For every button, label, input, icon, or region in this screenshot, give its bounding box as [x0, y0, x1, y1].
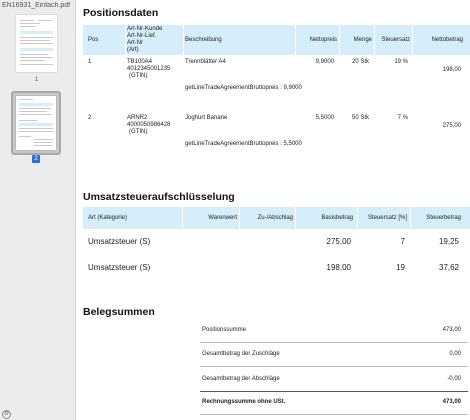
row-beschreibung: Joghurt Banane	[185, 115, 228, 121]
document-filename: EN16931_Einfach.pdf	[2, 2, 71, 9]
totals-label-abschlaege: Gesamtbetrag der Abschläge	[202, 376, 280, 382]
totals-label-rechnungssumme: Rechnungssumme ohne USt.	[202, 399, 286, 405]
totals-value-abschlaege: -0,00	[447, 376, 461, 382]
row-detail: getLineTradeAgreementBruttopreis : 5,500…	[185, 141, 302, 147]
page-2-number: 2	[32, 155, 40, 163]
row-steuersatz: 7 %	[397, 115, 408, 121]
col-header-nettobetrag: Nettobetrag	[431, 37, 463, 43]
tax-col-header-warenwert: Warenwert	[208, 215, 237, 221]
row-pos: 2	[88, 115, 92, 121]
tax-col-header-steuersatz: Steuersatz [%]	[367, 215, 407, 221]
row-artnr-2: 4012345001235	[127, 66, 171, 72]
document-page: Positionsdaten Pos Art-Nr-Kunde Art-Nr-L…	[76, 0, 470, 420]
tax-row-steuerbetrag: 19,25	[438, 237, 459, 246]
totals-divider	[200, 366, 468, 367]
tax-row-steuersatz: 7	[400, 237, 405, 246]
row-detail: getLineTradeAgreementBruttopreis : 9,900…	[185, 85, 302, 91]
totals-divider	[200, 391, 468, 392]
tax-col-header-zuabschlag: Zu-/Abschlag	[257, 215, 293, 221]
tax-row-steuersatz: 19	[396, 263, 405, 272]
tax-row-basisbetrag: 198,00	[326, 263, 351, 272]
col-header-beschreibung: Beschreibung	[185, 37, 222, 43]
col-header-artnr-2: Art-Nr-Lief.	[127, 33, 157, 39]
row-nettobetrag: 275,00	[442, 123, 461, 129]
row-menge: 50 Stk	[351, 115, 369, 121]
row-artnr-1: ARNR2	[127, 115, 148, 121]
row-artnr-3: (GTIN)	[129, 129, 148, 135]
page-2-thumbnail[interactable]	[16, 96, 56, 150]
row-nettopreis: 9,9000	[315, 59, 334, 65]
tax-row-steuerbetrag: 37,62	[438, 263, 459, 272]
row-pos: 1	[88, 59, 92, 65]
totals-value-rechnungssumme: 473,00	[442, 399, 461, 405]
section-title-totals: Belegsummen	[83, 306, 155, 318]
totals-label-positionssumme: Positionssumme	[202, 327, 247, 333]
tax-row-basisbetrag: 275,00	[326, 237, 351, 246]
row-beschreibung: Trennblätter A4	[185, 59, 226, 65]
row-artnr-1: TB100A4	[127, 59, 153, 65]
tax-row-art: Umsatzsteuer (S)	[88, 237, 151, 246]
col-header-artnr-1: Art-Nr-Kunde	[127, 26, 163, 32]
totals-divider	[200, 342, 468, 343]
row-nettobetrag: 198,00	[442, 67, 461, 73]
row-menge: 20 Stk	[351, 59, 369, 65]
tax-col-header-basisbetrag: Basisbetrag	[321, 215, 353, 221]
totals-value-positionssumme: 473,00	[442, 327, 461, 333]
col-header-nettopreis: Nettopreis	[309, 37, 337, 43]
totals-value-zuschlaege: 0,00	[449, 351, 461, 357]
totals-divider	[200, 414, 468, 415]
row-nettopreis: 5,5000	[315, 115, 334, 121]
row-artnr-3: (GTIN)	[129, 73, 148, 79]
page-1-number: 1	[34, 77, 39, 83]
settings-gear-icon[interactable]: ⚙	[2, 410, 11, 419]
section-title-tax: Umsatzsteueraufschlüsselung	[83, 191, 235, 203]
totals-label-zuschlaege: Gesamtbetrag der Zuschläge	[202, 351, 280, 357]
tax-col-header-steuerbetrag: Steuerbetrag	[426, 215, 461, 221]
row-steuersatz: 19 %	[394, 59, 408, 65]
col-header-menge: Menge	[353, 37, 372, 43]
thumbnail-sidebar: EN16931_Einfach.pdf 1 2 ⚙	[0, 0, 76, 420]
col-header-artnr-4: (Art)	[127, 47, 139, 53]
section-title-positions: Positionsdaten	[83, 7, 159, 19]
row-artnr-2: 4000050986428	[127, 122, 171, 128]
tax-col-header-art: Art (Kategorie)	[88, 215, 128, 221]
page-1-thumbnail[interactable]	[16, 15, 57, 72]
col-header-artnr-3: Art-Nr	[127, 40, 143, 46]
col-header-pos: Pos	[88, 37, 99, 43]
col-header-steuersatz: Steuersatz	[381, 37, 410, 43]
tax-row-art: Umsatzsteuer (S)	[88, 263, 151, 272]
